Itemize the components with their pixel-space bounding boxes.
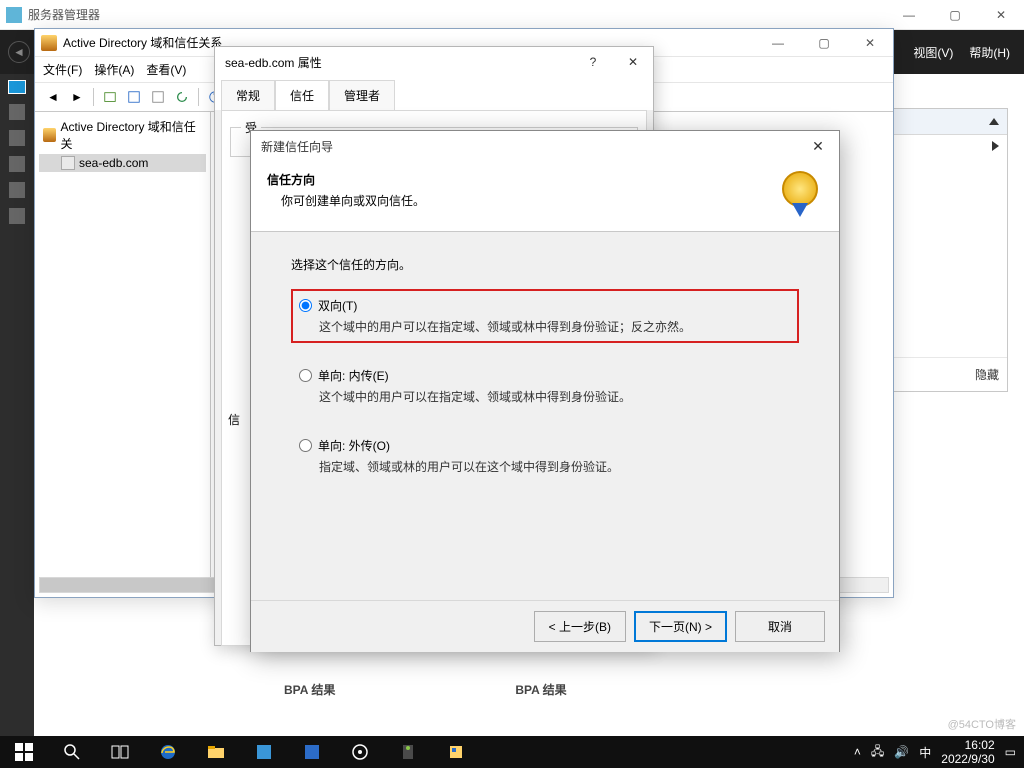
wiz-instruction: 选择这个信任的方向。 bbox=[291, 256, 799, 273]
network-icon[interactable]: 🖧 bbox=[871, 742, 884, 763]
bpa-row: BPA 结果 BPA 结果 bbox=[284, 681, 567, 698]
sidebar-dashboard-icon[interactable] bbox=[8, 80, 26, 94]
tab-admins[interactable]: 管理者 bbox=[329, 80, 395, 111]
prop-close[interactable]: ✕ bbox=[613, 47, 653, 77]
settings-icon[interactable] bbox=[336, 736, 384, 768]
app-icon-3[interactable] bbox=[432, 736, 480, 768]
prop-help-icon[interactable]: ? bbox=[573, 47, 613, 77]
menu-view[interactable]: 视图(V) bbox=[913, 44, 953, 61]
sm-titlebar: 服务器管理器 — ▢ ✕ bbox=[0, 0, 1024, 30]
trusting-label: 信 bbox=[228, 411, 240, 428]
tb-refresh-icon[interactable] bbox=[172, 87, 192, 107]
prop-tabs: 常规 信任 管理者 bbox=[215, 77, 653, 110]
ime-badge[interactable]: 中 bbox=[919, 744, 931, 761]
start-button[interactable] bbox=[0, 736, 48, 768]
domain-icon bbox=[61, 156, 75, 170]
wiz-header-sub: 你可创建单向或双向信任。 bbox=[281, 192, 425, 209]
trust-wizard-dialog: 新建信任向导 ✕ 信任方向 你可创建单向或双向信任。 选择这个信任的方向。 双向… bbox=[250, 130, 840, 652]
wiz-title: 新建信任向导 bbox=[261, 138, 333, 155]
back-button[interactable]: < 上一步(B) bbox=[534, 611, 626, 642]
tb-properties-icon[interactable] bbox=[148, 87, 168, 107]
volume-icon[interactable]: 🔊 bbox=[894, 745, 909, 759]
prop-titlebar: sea-edb.com 属性 ? ✕ bbox=[215, 47, 653, 77]
sidebar-file-icon[interactable] bbox=[9, 208, 25, 224]
taskbar: ˄ 🖧 🔊 中 16:02 2022/9/30 ▭ bbox=[0, 736, 1024, 768]
minimize-button[interactable]: — bbox=[886, 0, 932, 30]
tree-domain[interactable]: sea-edb.com bbox=[39, 154, 206, 172]
task-view-icon[interactable] bbox=[96, 736, 144, 768]
ad-root-icon bbox=[43, 128, 56, 142]
sidebar-dns-icon[interactable] bbox=[9, 182, 25, 198]
cancel-button[interactable]: 取消 bbox=[735, 611, 825, 642]
tab-general[interactable]: 常规 bbox=[221, 80, 275, 111]
tb-back-icon[interactable]: ◄ bbox=[43, 87, 63, 107]
app-icon-2[interactable] bbox=[384, 736, 432, 768]
collapse-up-icon[interactable] bbox=[989, 118, 999, 125]
sm-window-controls: — ▢ ✕ bbox=[886, 0, 1024, 30]
tree-root[interactable]: Active Directory 域和信任关 bbox=[39, 116, 206, 154]
option-two-way[interactable]: 双向(T) 这个域中的用户可以在指定域、领域或林中得到身份验证；反之亦然。 bbox=[291, 289, 799, 343]
wiz-body: 选择这个信任的方向。 双向(T) 这个域中的用户可以在指定域、领域或林中得到身份… bbox=[251, 232, 839, 600]
tb-export-icon[interactable] bbox=[124, 87, 144, 107]
ad-title: Active Directory 域和信任关系 bbox=[63, 34, 222, 51]
search-icon[interactable] bbox=[48, 736, 96, 768]
radio-one-out[interactable] bbox=[299, 439, 312, 452]
medal-icon bbox=[777, 171, 823, 217]
menu-view-ad[interactable]: 查看(V) bbox=[146, 61, 186, 78]
ad-maximize[interactable]: ▢ bbox=[801, 28, 847, 58]
option-one-out[interactable]: 单向: 外传(O) 指定域、领域或林的用户可以在这个域中得到身份验证。 bbox=[291, 429, 799, 483]
sidebar-all-servers-icon[interactable] bbox=[9, 130, 25, 146]
ad-window-controls: — ▢ ✕ bbox=[755, 28, 893, 58]
ad-close[interactable]: ✕ bbox=[847, 28, 893, 58]
wiz-close[interactable]: ✕ bbox=[797, 131, 839, 161]
ad-minimize[interactable]: — bbox=[755, 28, 801, 58]
tab-trust[interactable]: 信任 bbox=[275, 80, 329, 111]
clock[interactable]: 16:02 2022/9/30 bbox=[941, 738, 994, 767]
wiz-titlebar: 新建信任向导 ✕ bbox=[251, 131, 839, 161]
bpa-left: BPA 结果 bbox=[284, 681, 335, 698]
app-icon-1[interactable] bbox=[288, 736, 336, 768]
tb-fwd-icon[interactable]: ► bbox=[67, 87, 87, 107]
server-manager-taskbar-icon[interactable] bbox=[240, 736, 288, 768]
ad-trusts-icon bbox=[41, 35, 57, 51]
system-tray: ˄ 🖧 🔊 中 16:02 2022/9/30 ▭ bbox=[854, 738, 1024, 767]
explorer-icon[interactable] bbox=[192, 736, 240, 768]
bpa-right: BPA 结果 bbox=[515, 681, 566, 698]
sm-sidebar bbox=[0, 74, 34, 736]
server-manager-icon bbox=[6, 7, 22, 23]
sm-title: 服务器管理器 bbox=[28, 6, 100, 23]
maximize-button[interactable]: ▢ bbox=[932, 0, 978, 30]
ie-icon[interactable] bbox=[144, 736, 192, 768]
prop-title: sea-edb.com 属性 bbox=[225, 54, 322, 71]
close-button[interactable]: ✕ bbox=[978, 0, 1024, 30]
wiz-header: 信任方向 你可创建单向或双向信任。 bbox=[251, 161, 839, 232]
notifications-icon[interactable]: ▭ bbox=[1005, 745, 1016, 759]
menu-action[interactable]: 操作(A) bbox=[94, 61, 134, 78]
radio-two-way[interactable] bbox=[299, 299, 312, 312]
sm-nav-menu: 视图(V) 帮助(H) bbox=[913, 44, 1024, 61]
ad-tree: Active Directory 域和信任关 sea-edb.com bbox=[35, 112, 211, 590]
nav-back-icon[interactable]: ◄ bbox=[8, 41, 30, 63]
expand-right-icon[interactable] bbox=[992, 141, 999, 151]
option-one-in[interactable]: 单向: 内传(E) 这个域中的用户可以在指定域、领域或林中得到身份验证。 bbox=[291, 359, 799, 413]
wiz-footer: < 上一步(B) 下一页(N) > 取消 bbox=[251, 600, 839, 652]
menu-file[interactable]: 文件(F) bbox=[43, 61, 82, 78]
wiz-header-title: 信任方向 bbox=[267, 173, 315, 187]
tb-up-icon[interactable] bbox=[100, 87, 120, 107]
sidebar-adds-icon[interactable] bbox=[9, 156, 25, 172]
sidebar-local-server-icon[interactable] bbox=[9, 104, 25, 120]
radio-one-in[interactable] bbox=[299, 369, 312, 382]
watermark: @54CTO博客 bbox=[948, 716, 1016, 732]
tray-up-icon[interactable]: ˄ bbox=[854, 745, 861, 759]
next-button[interactable]: 下一页(N) > bbox=[634, 611, 727, 642]
menu-help[interactable]: 帮助(H) bbox=[969, 44, 1010, 61]
